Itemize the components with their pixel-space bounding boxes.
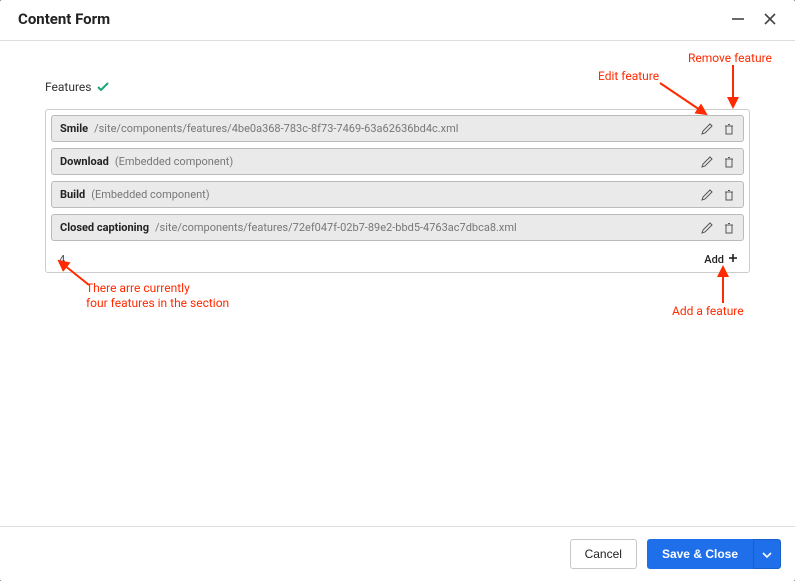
minimize-button[interactable] (731, 12, 745, 26)
pencil-icon[interactable] (701, 156, 713, 168)
feature-row[interactable]: Closed captioning /site/components/featu… (51, 214, 744, 241)
feature-title: Smile (60, 122, 88, 135)
feature-title: Closed captioning (60, 221, 149, 234)
trash-icon[interactable] (723, 156, 735, 168)
section-label: Features (45, 80, 109, 94)
pencil-icon[interactable] (701, 123, 713, 135)
feature-row[interactable]: Download (Embedded component) (51, 148, 744, 175)
save-close-button[interactable]: Save & Close (647, 539, 753, 569)
annotation-add-feature: Add a feature (672, 304, 744, 318)
annotation-count-line1: There arre currently (86, 281, 190, 295)
check-icon (97, 82, 109, 92)
modal-backdrop: Content Form Features (0, 0, 795, 581)
cancel-button[interactable]: Cancel (570, 539, 637, 569)
close-button[interactable] (763, 12, 777, 26)
feature-title: Download (60, 155, 109, 168)
features-section: Features Smile /site/components/features… (0, 41, 795, 273)
dialog: Content Form Features (0, 0, 795, 581)
trash-icon[interactable] (723, 189, 735, 201)
list-count: 4 (59, 253, 65, 266)
caret-down-icon (762, 547, 772, 561)
add-label: Add (704, 253, 724, 266)
dialog-footer: Cancel Save & Close (0, 526, 795, 581)
feature-subtitle: (Embedded component) (91, 188, 209, 201)
plus-icon (728, 253, 738, 266)
dialog-body: Features Smile /site/components/features… (0, 41, 795, 526)
save-dropdown-button[interactable] (753, 539, 781, 569)
feature-row[interactable]: Build (Embedded component) (51, 181, 744, 208)
feature-subtitle: /site/components/features/4be0a368-783c-… (94, 122, 458, 135)
feature-title: Build (60, 188, 85, 201)
dialog-title: Content Form (18, 10, 110, 28)
dialog-header-controls (731, 12, 777, 26)
trash-icon[interactable] (723, 222, 735, 234)
feature-row[interactable]: Smile /site/components/features/4be0a368… (51, 115, 744, 142)
trash-icon[interactable] (723, 123, 735, 135)
dialog-header: Content Form (0, 0, 795, 41)
annotation-count-line2: four features in the section (86, 296, 229, 310)
feature-subtitle: (Embedded component) (115, 155, 233, 168)
add-button[interactable]: Add (704, 253, 738, 266)
list-footer: 4 Add (51, 247, 744, 272)
features-list: Smile /site/components/features/4be0a368… (45, 109, 750, 273)
pencil-icon[interactable] (701, 189, 713, 201)
pencil-icon[interactable] (701, 222, 713, 234)
section-label-text: Features (45, 80, 91, 94)
save-split-button: Save & Close (647, 539, 781, 569)
feature-subtitle: /site/components/features/72ef047f-02b7-… (155, 221, 517, 234)
